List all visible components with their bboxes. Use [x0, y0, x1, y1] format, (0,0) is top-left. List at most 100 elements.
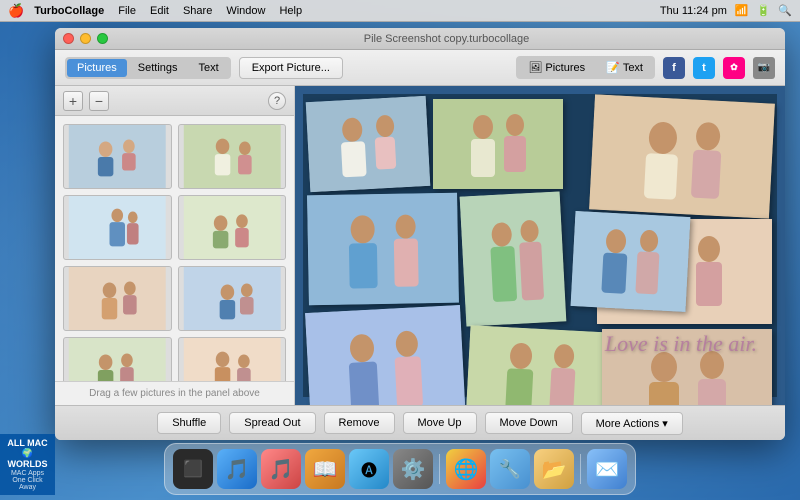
toolbar-right: 🖼 Pictures 📝 Text f t ✿ 📷 [516, 56, 775, 79]
panel-hint: Drag a few pictures in the panel above [55, 381, 294, 405]
dock-mail[interactable]: ✉️ [587, 449, 627, 489]
canvas-area[interactable]: Love is in the air. [295, 86, 785, 405]
list-item[interactable] [63, 124, 172, 189]
battery-icon: 🔋 [757, 4, 771, 17]
menubar-help[interactable]: Help [279, 5, 302, 17]
dock-appstore[interactable]: 🅐 [349, 449, 389, 489]
help-button[interactable]: ? [268, 92, 286, 110]
collage-photo-1[interactable] [306, 96, 431, 192]
search-icon[interactable]: 🔍 [778, 4, 792, 17]
thumb-svg-5 [64, 267, 171, 330]
amw-tagline: MAC Apps One Click Away [4, 470, 51, 491]
remove-button[interactable]: Remove [324, 412, 395, 434]
left-panel: + − ? [55, 86, 295, 405]
dock-finder2[interactable]: 🔧 [490, 449, 530, 489]
thumb-svg-4 [179, 196, 286, 259]
spread-out-button[interactable]: Spread Out [229, 412, 315, 434]
menubar-file[interactable]: File [118, 5, 136, 17]
flickr-icon[interactable]: ✿ [723, 57, 745, 79]
menubar-right: Thu 11:24 pm 📶 🔋 🔍 [660, 4, 792, 17]
menubar-time: Thu 11:24 pm [660, 5, 727, 17]
twitter-icon[interactable]: t [693, 57, 715, 79]
menubar-app-name[interactable]: TurboCollage [34, 5, 104, 17]
collage-photo-10[interactable] [571, 211, 691, 312]
list-item[interactable] [178, 124, 287, 189]
picture-icon: 🖼 [528, 61, 542, 74]
list-item[interactable] [63, 266, 172, 331]
minimize-button[interactable] [80, 33, 91, 44]
amw-banner: ALL MAC🌍 WORLDS MAC Apps One Click Away [0, 434, 55, 495]
add-photo-button[interactable]: + [63, 91, 83, 111]
content-area: + − ? [55, 86, 785, 405]
dock-terminal[interactable]: ⬛ [173, 449, 213, 489]
collage-photo-9[interactable] [602, 329, 772, 405]
dock: ⬛ 🎵 🎵 📖 🅐 ⚙️ 🌐 🔧 📂 ✉️ [164, 443, 636, 495]
collage-svg-10 [571, 211, 691, 312]
menubar-share[interactable]: Share [183, 5, 212, 17]
window-title: Pile Screenshot copy.turbocollage [116, 33, 777, 45]
menubar: 🍎 TurboCollage File Edit Share Window He… [0, 0, 800, 22]
collage-photo-5[interactable] [460, 191, 567, 326]
window-controls [63, 33, 108, 44]
export-button[interactable]: Export Picture... [239, 57, 343, 79]
tab-pictures[interactable]: Pictures [67, 59, 127, 77]
panel-toolbar: + − ? [55, 86, 294, 116]
menubar-edit[interactable]: Edit [150, 5, 169, 17]
thumb-svg-8 [179, 338, 286, 381]
dock-itunes[interactable]: 🎵 [261, 449, 301, 489]
menubar-items: TurboCollage File Edit Share Window Help [34, 5, 660, 17]
dock-separator-2 [580, 454, 581, 484]
canvas-tab-group: 🖼 Pictures 📝 Text [516, 56, 655, 79]
shuffle-button[interactable]: Shuffle [157, 412, 221, 434]
dock-sysprefs[interactable]: ⚙️ [393, 449, 433, 489]
collage-photo-2[interactable] [433, 99, 563, 189]
collage-photo-7[interactable] [305, 305, 466, 405]
dock-ibooks[interactable]: 📖 [305, 449, 345, 489]
thumb-svg-1 [64, 125, 171, 188]
list-item[interactable] [63, 337, 172, 381]
move-up-button[interactable]: Move Up [403, 412, 477, 434]
apple-menu[interactable]: 🍎 [8, 3, 24, 19]
collage-svg-5 [460, 191, 567, 326]
maximize-button[interactable] [97, 33, 108, 44]
action-bar: Shuffle Spread Out Remove Move Up Move D… [55, 405, 785, 440]
collage-svg-4 [307, 193, 459, 306]
tab-settings[interactable]: Settings [128, 59, 188, 77]
close-button[interactable] [63, 33, 74, 44]
facebook-icon[interactable]: f [663, 57, 685, 79]
amw-logo-text: ALL MAC🌍 WORLDS [4, 438, 51, 470]
list-item[interactable] [178, 266, 287, 331]
collage-svg-1 [306, 96, 431, 192]
list-item[interactable] [178, 195, 287, 260]
dock-finder[interactable]: 🎵 [217, 449, 257, 489]
camera-icon[interactable]: 📷 [753, 57, 775, 79]
collage-container: Love is in the air. [303, 94, 777, 397]
collage-photo-3[interactable] [589, 94, 775, 218]
collage-photo-8[interactable] [466, 325, 616, 405]
collage-svg-3 [589, 94, 775, 218]
photo-grid [55, 116, 294, 381]
remove-photo-button[interactable]: − [89, 91, 109, 111]
collage-photo-4[interactable] [307, 193, 459, 306]
move-down-button[interactable]: Move Down [485, 412, 573, 434]
wifi-icon: 📶 [735, 4, 749, 17]
collage-svg-7 [305, 305, 466, 405]
menubar-window[interactable]: Window [226, 5, 265, 17]
tab-text[interactable]: Text [189, 59, 229, 77]
collage-svg-8 [466, 325, 616, 405]
dock-separator [439, 454, 440, 484]
list-item[interactable] [178, 337, 287, 381]
title-bar: Pile Screenshot copy.turbocollage [55, 28, 785, 50]
canvas-tab-pictures[interactable]: 🖼 Pictures [518, 58, 595, 77]
main-window: Pile Screenshot copy.turbocollage Pictur… [55, 28, 785, 440]
dock-files[interactable]: 📂 [534, 449, 574, 489]
thumb-svg-2 [179, 125, 286, 188]
canvas-tab-text[interactable]: 📝 Text [596, 58, 653, 77]
thumb-svg-7 [64, 338, 171, 381]
thumb-svg-3 [64, 196, 171, 259]
dock-chrome[interactable]: 🌐 [446, 449, 486, 489]
tab-group: Pictures Settings Text [65, 57, 231, 79]
more-actions-button[interactable]: More Actions ▾ [581, 412, 683, 435]
collage-svg-9 [602, 329, 772, 405]
list-item[interactable] [63, 195, 172, 260]
